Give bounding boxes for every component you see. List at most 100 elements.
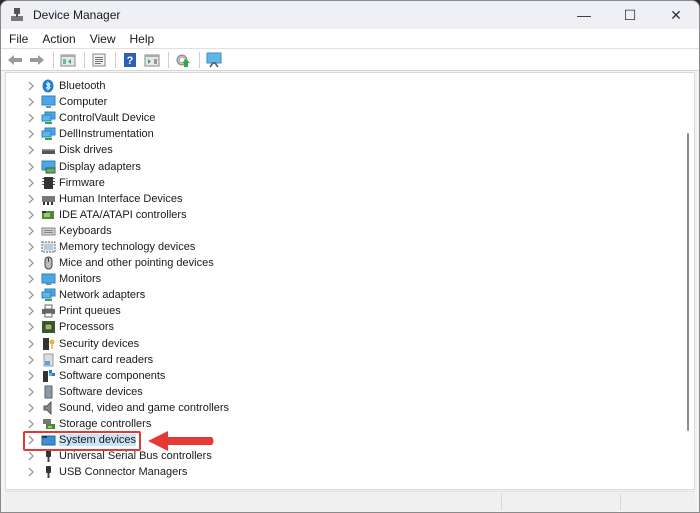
tree-item-label: Monitors [59, 273, 102, 286]
annotation-arrow-icon [148, 431, 214, 451]
chevron-right-icon[interactable] [26, 338, 36, 350]
minimize-button[interactable]: — [561, 1, 607, 29]
properties-button[interactable] [89, 51, 109, 69]
tree-item-label: Software devices [59, 385, 143, 398]
usb-icon [41, 449, 56, 463]
hid-icon [41, 192, 56, 206]
status-bar-divider [501, 494, 502, 510]
computer-icon [41, 95, 56, 109]
chevron-right-icon[interactable] [26, 402, 36, 414]
close-icon: ✕ [670, 6, 682, 23]
chevron-right-icon[interactable] [26, 289, 36, 301]
update-driver-button[interactable] [173, 51, 193, 69]
chevron-right-icon[interactable] [26, 225, 36, 237]
tree-item-label: Disk drives [59, 144, 113, 157]
chevron-right-icon[interactable] [26, 128, 36, 140]
tree-item-label: Smart card readers [59, 353, 154, 366]
chevron-right-icon[interactable] [26, 112, 36, 124]
printer-icon [41, 304, 56, 318]
tree-item-label: ControlVault Device [59, 112, 156, 125]
arrow-right-icon [30, 54, 44, 65]
maximize-icon: ☐ [623, 6, 637, 23]
network-device-icon [41, 127, 56, 141]
software-component-icon [41, 369, 56, 383]
network-adapter-icon [41, 288, 56, 302]
tree-item-label: Display adapters [59, 160, 141, 173]
security-icon [41, 337, 56, 351]
toolbar-separator [84, 51, 85, 68]
ide-controller-icon [41, 208, 56, 222]
software-device-icon [41, 385, 56, 399]
menu-help[interactable]: Help [124, 32, 161, 46]
chevron-right-icon[interactable] [26, 273, 36, 285]
storage-controller-icon [41, 417, 56, 431]
tree-item-label: Keyboards [59, 224, 112, 237]
chevron-right-icon[interactable] [26, 354, 36, 366]
console-tree-button[interactable] [58, 51, 78, 69]
toolbar-separator [168, 51, 169, 68]
disk-drive-icon [41, 143, 56, 157]
scrollbar-thumb[interactable] [687, 133, 689, 431]
update-driver-icon [176, 54, 190, 67]
action-pane-icon [144, 54, 160, 66]
tree-item-label: Computer [59, 96, 108, 109]
chevron-right-icon[interactable] [26, 450, 36, 462]
back-button[interactable] [5, 51, 25, 69]
chevron-right-icon[interactable] [26, 193, 36, 205]
chevron-right-icon[interactable] [26, 144, 36, 156]
forward-button[interactable] [27, 51, 47, 69]
vertical-scrollbar[interactable] [684, 73, 692, 489]
tree-item-label: Memory technology devices [59, 240, 196, 253]
arrow-left-icon [8, 54, 22, 65]
speaker-icon [41, 400, 56, 416]
chevron-right-icon[interactable] [26, 466, 36, 478]
minimize-icon: — [577, 7, 591, 23]
processor-icon [41, 320, 56, 334]
memory-icon [41, 240, 56, 254]
monitor-icon [41, 272, 56, 286]
console-tree-icon [60, 54, 76, 66]
device-manager-icon [9, 7, 25, 23]
chevron-right-icon[interactable] [26, 209, 36, 221]
close-button[interactable]: ✕ [653, 1, 699, 29]
menu-view[interactable]: View [84, 32, 122, 46]
tree-item-label: DellInstrumentation [59, 128, 154, 141]
display-adapter-icon [41, 160, 56, 174]
help-button[interactable]: ? [120, 51, 140, 69]
annotation-highlight-box [23, 431, 141, 451]
chevron-right-icon[interactable] [26, 80, 36, 92]
tree-item-label: Network adapters [59, 289, 146, 302]
tree-item-label: Human Interface Devices [59, 192, 183, 205]
menu-action[interactable]: Action [36, 32, 81, 46]
chevron-right-icon[interactable] [26, 96, 36, 108]
maximize-button[interactable]: ☐ [607, 1, 653, 29]
chevron-right-icon[interactable] [26, 370, 36, 382]
tree-item-label: Firmware [59, 176, 105, 189]
chevron-right-icon[interactable] [26, 177, 36, 189]
chevron-right-icon[interactable] [26, 305, 36, 317]
chevron-right-icon[interactable] [26, 386, 36, 398]
chevron-right-icon[interactable] [26, 418, 36, 430]
tree-item-label: Security devices [59, 337, 140, 350]
action-pane-button[interactable] [142, 51, 162, 69]
toolbar-separator [199, 51, 200, 68]
toolbar: ? [1, 49, 699, 71]
usb-icon [41, 465, 56, 479]
network-device-icon [41, 111, 56, 125]
window-title: Device Manager [33, 8, 121, 22]
menu-file[interactable]: File [3, 32, 34, 46]
help-icon: ? [124, 52, 136, 67]
scan-hardware-button[interactable] [204, 51, 224, 69]
chevron-right-icon[interactable] [26, 257, 36, 269]
mouse-icon [41, 256, 56, 270]
tree-item-label: IDE ATA/ATAPI controllers [59, 208, 187, 221]
bluetooth-icon [41, 79, 56, 93]
chevron-right-icon[interactable] [26, 161, 36, 173]
firmware-icon [41, 176, 56, 190]
toolbar-separator [115, 51, 116, 68]
chevron-right-icon[interactable] [26, 241, 36, 253]
status-bar [5, 491, 695, 511]
chevron-right-icon[interactable] [26, 321, 36, 333]
scan-hardware-icon [206, 52, 222, 67]
tree-item-label: Storage controllers [59, 418, 152, 431]
